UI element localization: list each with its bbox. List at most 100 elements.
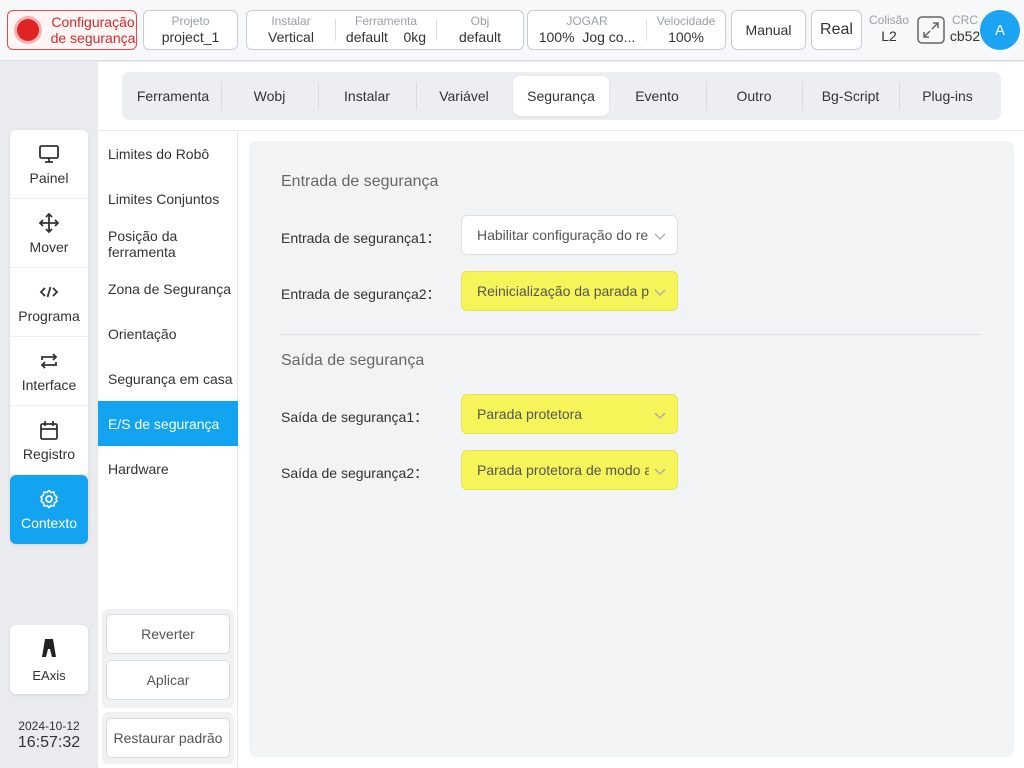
tab-plug-ins[interactable]: Plug-ins	[900, 76, 995, 116]
crc-indicator: CRC cb52	[948, 10, 982, 45]
safety-input1-label: Entrada de segurança1：	[281, 230, 441, 246]
tool-value: default 0kg	[336, 28, 436, 46]
tool-name: default	[345, 29, 388, 45]
tab-variavel[interactable]: Variável	[417, 76, 511, 116]
nav-item-programa[interactable]: Programa	[10, 268, 88, 337]
nav-label: Programa	[18, 307, 80, 324]
move-arrows-icon	[38, 212, 60, 234]
tab-wobj[interactable]: Wobj	[223, 76, 316, 116]
crc-value: cb52	[949, 28, 981, 44]
collision-level[interactable]: Colisão L2	[866, 10, 912, 45]
safety-input-title: Entrada de segurança	[281, 173, 439, 190]
user-avatar[interactable]: A	[980, 10, 1020, 50]
eaxis-button[interactable]: EAxis	[10, 625, 88, 694]
project-value: project_1	[161, 29, 220, 45]
safety-output2-value: Parada protetora de modo a	[477, 462, 649, 478]
obj-cell[interactable]: Obj default	[437, 11, 523, 49]
jog-cell[interactable]: JOGAR 100% Jog co...	[528, 11, 646, 49]
main-nav: Painel Mover Programa Interface Registro…	[10, 130, 88, 544]
nav-label: Contexto	[20, 515, 78, 531]
install-label: Instalar	[271, 14, 311, 28]
tab-instalar[interactable]: Instalar	[319, 76, 415, 116]
safety-submenu: Limites do Robô Limites Conjuntos Posiçã…	[98, 131, 238, 768]
calendar-icon	[38, 419, 60, 441]
install-cell[interactable]: Instalar Vertical	[247, 11, 335, 49]
project-label: Projeto	[171, 14, 210, 28]
collision-label: Colisão	[868, 13, 910, 27]
status-bar: Configuração de segurança Projeto projec…	[0, 0, 1024, 61]
time-text: 16:57:32	[17, 734, 81, 751]
nav-label: Interface	[21, 376, 77, 393]
manual-mode-button[interactable]: Manual	[731, 10, 806, 50]
tool-load: 0kg	[403, 29, 427, 45]
safety-input2-label: Entrada de segurança2：	[281, 286, 441, 302]
clock: 2024-10-12 16:57:32	[10, 719, 88, 753]
tab-outro[interactable]: Outro	[707, 76, 801, 116]
revert-apply-group: Reverter Aplicar	[102, 609, 234, 708]
fullscreen-icon[interactable]	[916, 15, 946, 45]
crc-label: CRC	[952, 13, 978, 27]
tab-divider	[221, 82, 222, 110]
nav-item-registro[interactable]: Registro	[10, 406, 88, 475]
nav-label: Registro	[22, 445, 76, 462]
safety-config-label: Configuração de segurança	[50, 14, 136, 46]
swap-arrows-icon	[38, 350, 60, 372]
eaxis-icon	[39, 636, 59, 663]
monitor-icon	[38, 143, 60, 165]
safety-input1-value: Habilitar configuração do re	[477, 227, 649, 243]
tab-bg-script[interactable]: Bg-Script	[803, 76, 898, 116]
safety-output2-select[interactable]: Parada protetora de modo a	[461, 450, 678, 490]
chevron-down-icon	[654, 468, 666, 475]
tab-seguranca[interactable]: Segurança	[513, 76, 609, 116]
project-selector[interactable]: Projeto project_1	[143, 10, 238, 50]
submenu-item-hardware[interactable]: Hardware	[98, 446, 238, 491]
obj-label: Obj	[470, 14, 490, 28]
tab-evento[interactable]: Evento	[610, 76, 704, 116]
jog-label: JOGAR	[566, 14, 608, 28]
jog-value: 100% Jog co...	[528, 28, 646, 46]
jog-percent: 100%	[538, 29, 575, 45]
safety-input1-select[interactable]: Habilitar configuração do re	[461, 215, 678, 255]
safety-output1-select[interactable]: Parada protetora	[461, 394, 678, 434]
submenu-item-tool-position[interactable]: Posição da ferramenta	[98, 221, 238, 266]
gear-icon	[38, 488, 60, 510]
safety-output-title: Saída de segurança	[281, 352, 425, 369]
submenu-item-safety-zone[interactable]: Zona de Segurança	[98, 266, 238, 311]
safety-input2-select[interactable]: Reinicialização da parada p	[461, 271, 678, 311]
code-icon	[38, 281, 60, 303]
submenu-item-safety-io[interactable]: E/S de segurança	[98, 401, 238, 446]
safety-config-button[interactable]: Configuração de segurança	[7, 10, 137, 50]
safety-input2-value: Reinicialização da parada p	[477, 283, 649, 299]
restore-defaults-button[interactable]: Restaurar padrão	[106, 718, 230, 758]
tool-label: Ferramenta	[354, 14, 418, 28]
safety-output1-label: Saída de segurança1：	[281, 409, 429, 425]
settings-tabs: Ferramenta Wobj Instalar Variável Segura…	[122, 72, 1001, 120]
submenu-item-home-safety[interactable]: Segurança em casa	[98, 356, 238, 401]
apply-button[interactable]: Aplicar	[106, 660, 230, 700]
submenu-item-robot-limits[interactable]: Limites do Robô	[98, 131, 238, 176]
speed-value: 100%	[668, 29, 704, 45]
revert-button[interactable]: Reverter	[106, 614, 230, 654]
eaxis-label: EAxis	[32, 668, 66, 683]
chevron-down-icon	[654, 233, 666, 240]
safety-status-icon	[17, 19, 39, 41]
tool-cell[interactable]: Ferramenta default 0kg	[336, 11, 436, 49]
speed-label: Velocidade	[656, 14, 716, 28]
install-tool-panel: Instalar Vertical Ferramenta default 0kg…	[246, 10, 524, 50]
chevron-down-icon	[654, 412, 666, 419]
nav-item-mover[interactable]: Mover	[10, 199, 88, 268]
nav-item-interface[interactable]: Interface	[10, 337, 88, 406]
settings-panel: Ferramenta Wobj Instalar Variável Segura…	[98, 62, 1024, 768]
section-divider	[281, 334, 982, 335]
real-mode-button[interactable]: Real	[811, 10, 862, 50]
nav-item-contexto[interactable]: Contexto	[10, 475, 88, 544]
safety-output2-label: Saída de segurança2：	[281, 465, 429, 481]
submenu-item-joint-limits[interactable]: Limites Conjuntos	[98, 176, 238, 221]
nav-item-painel[interactable]: Painel	[10, 130, 88, 199]
obj-value: default	[458, 29, 502, 45]
nav-label: Mover	[29, 238, 69, 255]
speed-cell[interactable]: Velocidade 100%	[647, 11, 725, 49]
tab-ferramenta[interactable]: Ferramenta	[126, 76, 220, 116]
submenu-item-orientation[interactable]: Orientação	[98, 311, 238, 356]
jog-speed-panel: JOGAR 100% Jog co... Velocidade 100%	[527, 10, 726, 50]
